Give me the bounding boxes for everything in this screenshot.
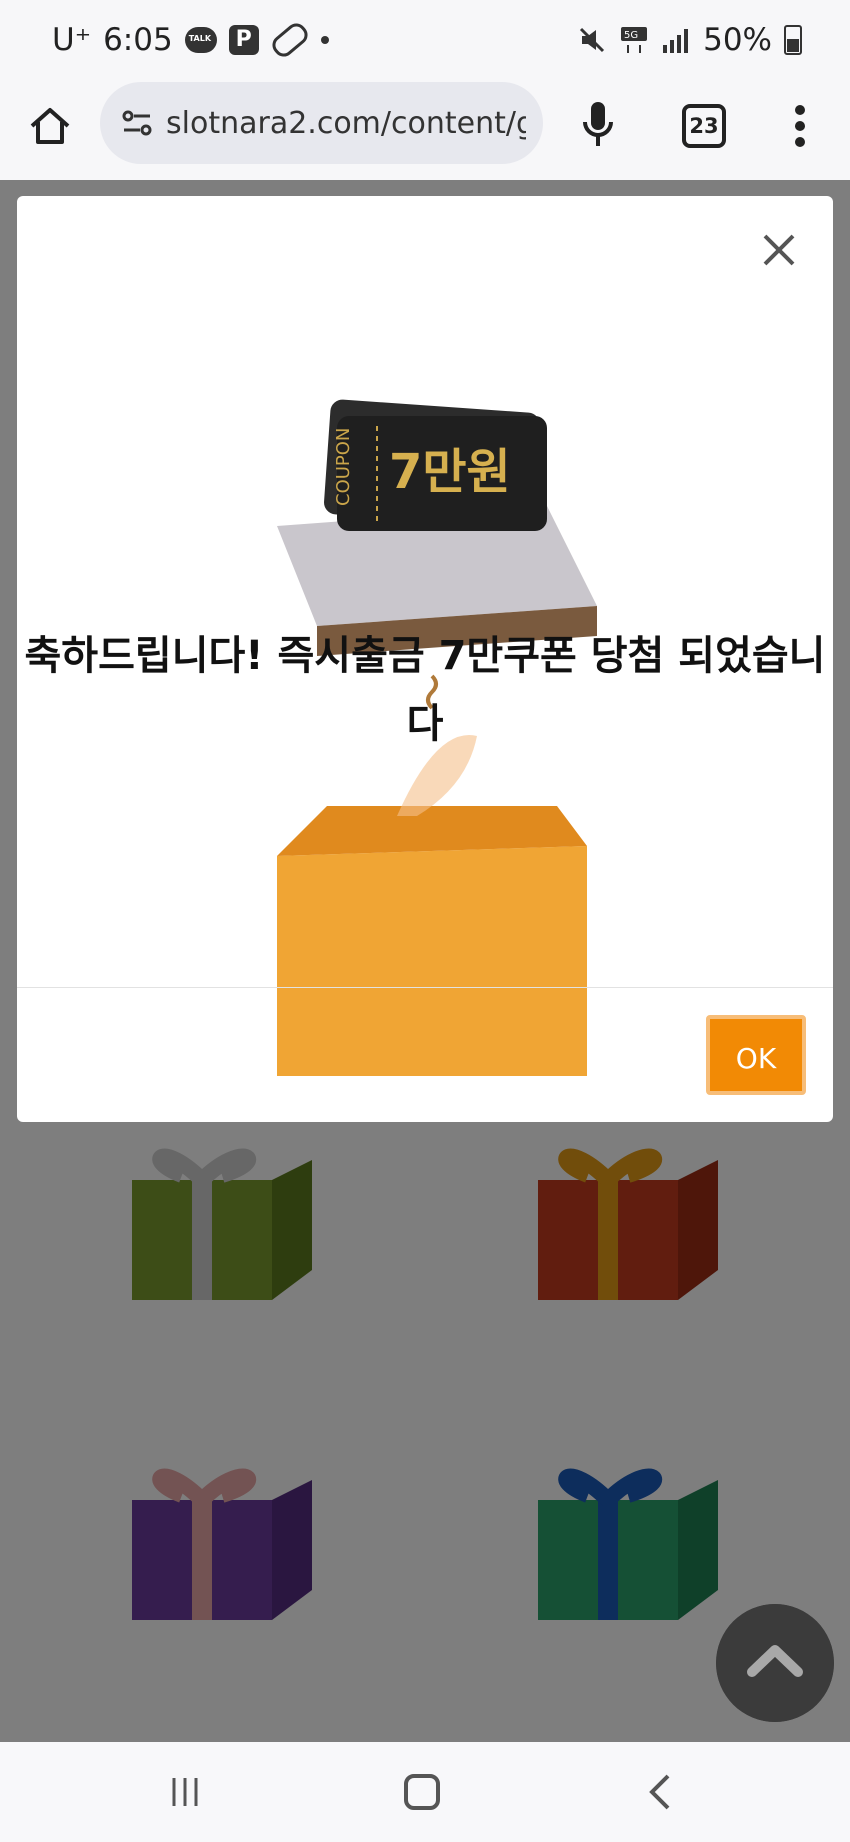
battery-icon: [784, 25, 802, 55]
dot-icon: [320, 36, 329, 44]
mic-icon[interactable]: [578, 98, 618, 150]
home-nav-icon[interactable]: [404, 1774, 440, 1810]
browser-toolbar: slotnara2.com/content/g 23: [0, 80, 850, 180]
modal-message: 축하드립니다! 즉시출금 7만쿠폰 당첨 되었습니다: [24, 633, 826, 747]
url-text[interactable]: slotnara2.com/content/g: [166, 106, 526, 141]
close-icon[interactable]: [759, 230, 799, 270]
coupon-label: COUPON: [333, 428, 354, 506]
battery-percent: 50%: [703, 22, 772, 58]
coupon-value: 7만원: [389, 444, 511, 500]
signal-icon: [663, 29, 689, 53]
p-icon: P: [228, 25, 259, 55]
pill-icon: [268, 19, 312, 61]
coupon-modal: COUPON 7만원 축하드립니다! 즉시출금 7만쿠폰 당첨 되었습니다 OK: [17, 196, 833, 1122]
scroll-to-top-button[interactable]: [716, 1604, 834, 1722]
svg-text:5G: 5G: [624, 30, 638, 41]
carrier-label: U⁺: [52, 22, 92, 58]
status-left: U⁺ 6:05 P: [52, 18, 329, 62]
recent-apps-icon[interactable]: [170, 1776, 200, 1808]
home-icon[interactable]: [26, 102, 74, 150]
url-bar[interactable]: slotnara2.com/content/g: [100, 82, 543, 164]
5g-icon: 5G: [621, 27, 648, 53]
clock: 6:05: [103, 22, 173, 58]
back-icon[interactable]: [648, 1772, 672, 1812]
status-right: 5G 50%: [577, 18, 802, 62]
more-menu-icon[interactable]: [790, 102, 810, 150]
modal-divider: [17, 987, 833, 988]
talk-icon: [184, 27, 217, 53]
ok-button[interactable]: OK: [706, 1015, 806, 1095]
mute-icon: [580, 27, 605, 53]
site-settings-icon[interactable]: [120, 106, 154, 140]
status-bar: U⁺ 6:05 P 5G 50%: [0, 0, 850, 80]
system-nav-bar: [0, 1742, 850, 1842]
tab-switcher-button[interactable]: 23: [682, 104, 726, 148]
